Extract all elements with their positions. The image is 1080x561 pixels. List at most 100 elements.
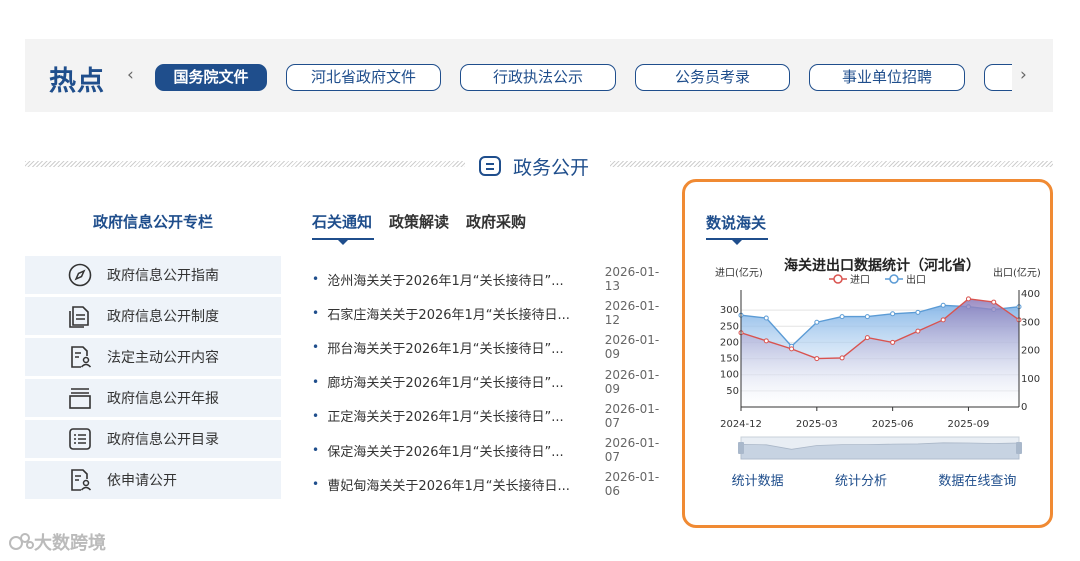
y-tick-right: 0 — [1021, 402, 1027, 413]
gov-info-item-label: 政府信息公开年报 — [107, 391, 219, 407]
news-title[interactable]: 沧州海关关于2026年1月“关长接待日”... — [327, 270, 587, 289]
gov-info-item-statutory[interactable]: 法定主动公开内容 — [25, 338, 281, 376]
customs-data-links: 统计数据 统计分析 数据在线查询 — [706, 470, 1042, 489]
section-title: 政务公开 — [479, 152, 589, 180]
import-export-chart[interactable]: 海关进出口数据统计（河北省） 进口(亿元) 出口(亿元) 进口 出口 50 100 150 20… — [706, 252, 1046, 464]
data-point — [991, 299, 997, 305]
list-item[interactable]: • 廊坊海关关于2026年1月“关长接待日”... 2026-01-09 — [312, 365, 672, 399]
gov-info-item-guide[interactable]: 政府信息公开指南 — [25, 256, 281, 294]
legend-label: 进口 — [850, 274, 870, 286]
zoom-handle-left — [738, 442, 744, 454]
watermark: 大数跨境 — [8, 529, 106, 555]
compass-icon — [68, 263, 92, 287]
y-tick-left: 100 — [720, 370, 739, 381]
zoom-handle-right — [1016, 442, 1022, 454]
y-tick-left: 150 — [720, 354, 739, 365]
gov-info-item-label: 政府信息公开指南 — [107, 268, 219, 284]
news-list: • 沧州海关关于2026年1月“关长接待日”... 2026-01-13 • 石… — [312, 262, 672, 501]
news-title[interactable]: 廊坊海关关于2026年1月“关长接待日”... — [327, 372, 587, 391]
news-title[interactable]: 曹妃甸海关关于2026年1月“关长接待日... — [327, 475, 587, 494]
tab-customs-notice[interactable]: 石关通知 — [312, 211, 372, 232]
customs-data-heading: 数说海关 — [706, 214, 767, 232]
x-tick-label: 2024-12 — [720, 419, 762, 430]
gov-info-item-label: 法定主动公开内容 — [107, 350, 219, 366]
news-date: 2026-01-09 — [604, 333, 660, 362]
tab-policy-interpretation[interactable]: 政策解读 — [389, 211, 449, 232]
y-axis-left-label: 进口(亿元) — [715, 266, 763, 279]
link-statistics-data[interactable]: 统计数据 — [732, 470, 784, 489]
legend-label: 出口 — [906, 273, 926, 286]
data-point — [940, 317, 946, 323]
y-tick-right: 100 — [1021, 374, 1040, 385]
data-point — [839, 314, 845, 320]
news-title[interactable]: 石家庄海关关于2026年1月“关长接待日... — [327, 304, 587, 323]
y-tick-left: 200 — [720, 337, 739, 348]
section-divider-right — [610, 161, 1053, 167]
list-item[interactable]: • 保定海关关于2026年1月“关长接待日”... 2026-01-07 — [312, 433, 672, 467]
bullet-icon: • — [312, 306, 320, 321]
gov-info-item-on-request[interactable]: 依申请公开 — [25, 461, 281, 499]
tab-government-procurement[interactable]: 政府采购 — [466, 211, 526, 232]
hot-topics-bar: 热点 ‹ 国务院文件 河北省政府文件 行政执法公示 公务员考录 事业单位招聘 › — [25, 39, 1053, 112]
data-point — [864, 314, 870, 320]
news-title[interactable]: 正定海关关于2026年1月“关长接待日”... — [327, 406, 587, 425]
caret-down-icon — [732, 240, 742, 245]
x-tick-label: 2025-06 — [872, 419, 914, 430]
document-icon — [69, 306, 89, 328]
caret-down-icon — [338, 240, 348, 245]
news-date: 2026-01-13 — [604, 265, 660, 294]
hot-tab-1[interactable]: 河北省政府文件 — [286, 64, 441, 91]
list-icon — [479, 156, 501, 176]
list-item[interactable]: • 曹妃甸海关关于2026年1月“关长接待日... 2026-01-06 — [312, 467, 672, 501]
news-tabs: 石关通知 政策解读 政府采购 — [312, 211, 543, 232]
gov-info-list: 政府信息公开指南 政府信息公开制度 法定主动公开内容 政府信息公开年报 政府信息… — [25, 256, 281, 502]
data-point — [763, 315, 769, 321]
legend-marker — [833, 274, 843, 284]
data-point — [814, 319, 820, 325]
hot-tab-4[interactable]: 事业单位招聘 — [809, 64, 965, 91]
hot-tab-3[interactable]: 公务员考录 — [635, 64, 790, 91]
chevron-left-icon[interactable]: ‹ — [127, 65, 134, 85]
person-document-icon — [71, 346, 92, 368]
y-tick-right: 200 — [1021, 346, 1040, 357]
bullet-icon: • — [312, 477, 320, 492]
tray-icon — [69, 388, 91, 409]
data-point — [839, 355, 845, 361]
list-item[interactable]: • 邢台海关关于2026年1月“关长接待日”... 2026-01-09 — [312, 330, 672, 364]
hot-tab-5[interactable] — [984, 64, 1012, 91]
bullet-icon: • — [312, 340, 320, 355]
news-date: 2026-01-06 — [604, 470, 660, 499]
gov-info-item-label: 政府信息公开目录 — [107, 432, 219, 448]
news-title[interactable]: 保定海关关于2026年1月“关长接待日”... — [327, 441, 587, 460]
gov-info-item-catalog[interactable]: 政府信息公开目录 — [25, 420, 281, 458]
legend-marker — [889, 274, 899, 284]
watermark-text: 大数跨境 — [34, 533, 106, 554]
news-title[interactable]: 邢台海关关于2026年1月“关长接待日”... — [327, 338, 587, 357]
link-online-query[interactable]: 数据在线查询 — [938, 470, 1016, 489]
hot-tab-2[interactable]: 行政执法公示 — [460, 64, 616, 91]
data-point — [940, 302, 946, 308]
section-divider-left — [25, 161, 465, 167]
news-date: 2026-01-07 — [604, 436, 660, 465]
data-point — [890, 339, 896, 345]
link-statistics-analysis[interactable]: 统计分析 — [835, 470, 887, 489]
gov-info-item-label: 政府信息公开制度 — [107, 309, 219, 325]
list-icon — [69, 428, 91, 450]
news-date: 2026-01-07 — [604, 401, 660, 430]
gov-info-item-annual-report[interactable]: 政府信息公开年报 — [25, 379, 281, 417]
data-point — [864, 335, 870, 341]
list-item[interactable]: • 正定海关关于2026年1月“关长接待日”... 2026-01-07 — [312, 399, 672, 433]
hot-title: 热点 — [49, 66, 105, 97]
data-point — [763, 338, 769, 344]
data-point — [915, 309, 921, 315]
news-date: 2026-01-12 — [604, 299, 660, 328]
list-item[interactable]: • 沧州海关关于2026年1月“关长接待日”... 2026-01-13 — [312, 262, 672, 296]
watermark-logo-icon — [9, 533, 34, 550]
data-point — [789, 346, 795, 352]
hot-tab-0[interactable]: 国务院文件 — [155, 64, 267, 91]
bullet-icon: • — [312, 272, 320, 287]
y-axis-right-label: 出口(亿元) — [993, 266, 1041, 279]
gov-info-item-system[interactable]: 政府信息公开制度 — [25, 297, 281, 335]
list-item[interactable]: • 石家庄海关关于2026年1月“关长接待日... 2026-01-12 — [312, 296, 672, 330]
chevron-right-icon[interactable]: › — [1020, 65, 1027, 85]
